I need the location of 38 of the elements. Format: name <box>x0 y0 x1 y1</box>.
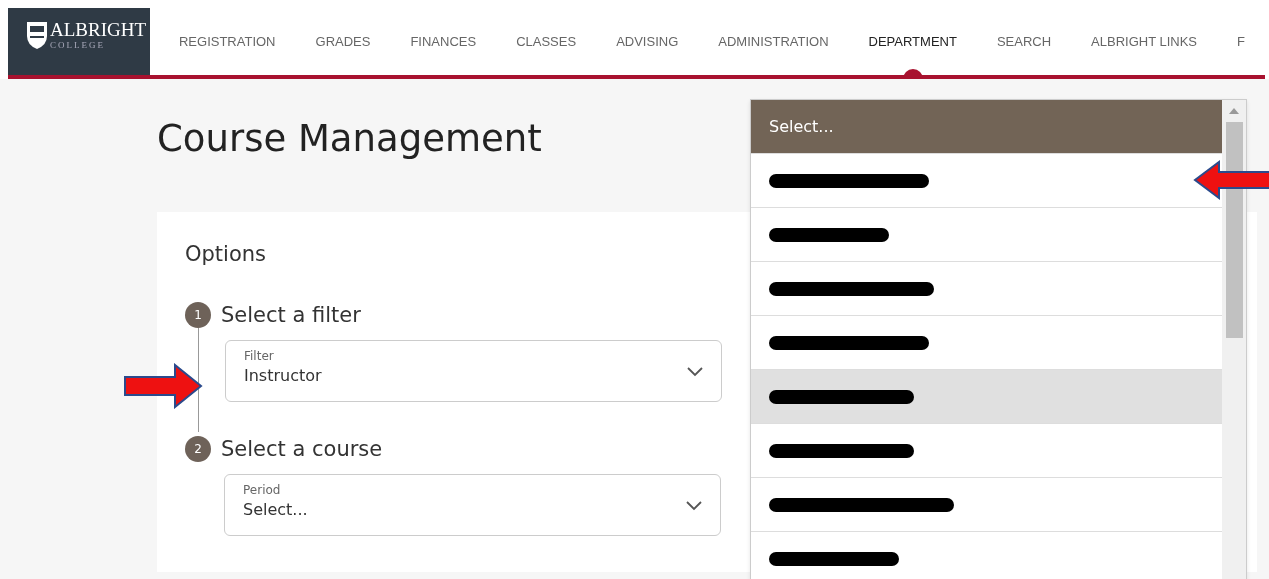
nav-tab[interactable]: FINANCES <box>390 8 497 75</box>
nav-tab[interactable]: ADVISING <box>596 8 699 75</box>
redacted-option[interactable] <box>751 316 1222 370</box>
nav-tab[interactable]: ADMINISTRATION <box>698 8 849 75</box>
step-number: 2 <box>185 436 211 462</box>
select-field[interactable]: Period Select... <box>224 474 721 536</box>
chevron-down-icon <box>686 501 702 511</box>
redacted-option[interactable] <box>751 208 1222 262</box>
shield-icon <box>26 20 48 50</box>
arrow-left-icon <box>1193 160 1269 200</box>
field-label: Period <box>243 483 282 497</box>
nav-tab[interactable]: REGISTRATION <box>158 8 296 75</box>
select-field[interactable]: Filter Instructor <box>225 340 722 402</box>
chevron-down-icon <box>687 367 703 377</box>
nav-tab[interactable]: CLASSES <box>496 8 597 75</box>
redacted-option[interactable] <box>751 424 1222 478</box>
scrollbar[interactable] <box>1222 100 1246 579</box>
logo-name: ALBRIGHT <box>50 20 147 40</box>
logo-subtitle: COLLEGE <box>50 40 106 50</box>
redacted-option[interactable] <box>751 370 1222 424</box>
step-number: 1 <box>185 302 211 328</box>
step-title: Select a filter <box>221 303 361 327</box>
redacted-option[interactable] <box>751 154 1222 208</box>
redacted-option[interactable] <box>751 478 1222 532</box>
dropdown-option[interactable]: Select... <box>751 100 1222 154</box>
arrow-right-icon <box>123 363 203 409</box>
nav-tab[interactable]: DEPARTMENT <box>848 8 977 75</box>
nav-tab[interactable]: GRADES <box>295 8 391 75</box>
nav-tab[interactable]: ALBRIGHT LINKS <box>1071 8 1218 75</box>
college-logo[interactable]: ALBRIGHT COLLEGE <box>8 8 150 75</box>
scroll-thumb[interactable] <box>1225 122 1243 338</box>
nav-tab[interactable]: SEARCH <box>976 8 1072 75</box>
redacted-option[interactable] <box>751 262 1222 316</box>
card-title: Options <box>185 242 267 266</box>
step-title: Select a course <box>221 437 383 461</box>
page-title: Course Management <box>157 117 542 160</box>
nav-tab[interactable]: F <box>1217 8 1265 75</box>
field-label: Filter <box>244 349 275 363</box>
